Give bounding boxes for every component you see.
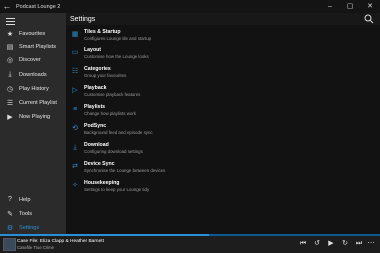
sidebar-item-tools[interactable]: ✎ Tools bbox=[0, 207, 66, 220]
settings-item-desc: Configuring download settings bbox=[84, 149, 143, 154]
settings-item-title: Layout bbox=[84, 47, 102, 53]
sidebar-item-now-playing[interactable]: ▶ Now Playing bbox=[0, 110, 66, 123]
back-arrow-icon[interactable]: ← bbox=[0, 0, 14, 13]
settings-item-desc: Synchronise the Lounge between devices bbox=[84, 168, 166, 173]
sidebar-item-smart-playlists[interactable]: ▤ Smart Playlists bbox=[0, 40, 66, 53]
play-icon: ▶ bbox=[7, 113, 13, 121]
gear-icon: ⚙ bbox=[6, 224, 14, 232]
forward-icon[interactable]: ↻ bbox=[340, 239, 350, 249]
settings-item-title: Playback bbox=[84, 85, 107, 91]
title-bar: ← Podcast Lounge 2 – ▢ ✕ bbox=[0, 0, 380, 13]
sidebar-item-label: Tools bbox=[19, 210, 33, 217]
sidebar-item-label: Discover bbox=[19, 56, 41, 63]
skip-back-icon[interactable]: ⏮ bbox=[298, 239, 308, 249]
sidebar-item-play-history[interactable]: ◷ Play History bbox=[0, 82, 66, 95]
globe-icon: ◎ bbox=[6, 56, 14, 64]
page-title: Settings bbox=[70, 16, 96, 23]
help-icon: ? bbox=[8, 196, 12, 203]
podcast-artwork[interactable] bbox=[3, 238, 16, 251]
sidebar-item-label: Play History bbox=[19, 85, 49, 92]
settings-item-title: Tiles & Startup bbox=[84, 29, 121, 35]
episode-title: Case File: Eliza Clapp & Heather Barnett bbox=[17, 239, 104, 244]
settings-item-desc: Customise playback features bbox=[84, 92, 141, 97]
settings-item-desc: Change how playlists work bbox=[84, 111, 136, 116]
history-icon: ◷ bbox=[6, 85, 14, 93]
sync-icon: ⟲ bbox=[72, 125, 78, 132]
settings-item-desc: Background feed and episode sync bbox=[84, 130, 153, 135]
playlist-icon: ▤ bbox=[6, 43, 14, 51]
rewind-icon[interactable]: ↺ bbox=[312, 239, 322, 249]
settings-item-desc: Settings to keep your Lounge tidy bbox=[84, 187, 150, 192]
close-button[interactable]: ✕ bbox=[360, 0, 380, 13]
sidebar-item-downloads[interactable]: ⤓ Downloads bbox=[0, 68, 66, 81]
housekeeping-icon: ✧ bbox=[72, 182, 78, 189]
more-icon[interactable]: ⋯ bbox=[366, 239, 376, 249]
wrench-icon: ✎ bbox=[7, 210, 13, 218]
settings-item-title: Categories bbox=[84, 66, 111, 72]
sidebar-item-current-playlist[interactable]: ☰ Current Playlist bbox=[0, 96, 66, 109]
settings-item-title: Download bbox=[84, 142, 109, 148]
device-sync-icon: ⇄ bbox=[72, 163, 78, 170]
playback-icon: ▷ bbox=[72, 87, 78, 94]
now-playing-bar: Case File: Eliza Clapp & Heather Barnett… bbox=[0, 234, 380, 253]
playback-progress-bar[interactable] bbox=[0, 234, 380, 236]
play-icon[interactable]: ▶ bbox=[326, 239, 336, 249]
sidebar-item-settings[interactable]: ⚙ Settings bbox=[0, 221, 66, 234]
podcast-name: Casefile True Crime bbox=[17, 245, 55, 250]
sidebar-item-label: Settings bbox=[19, 224, 40, 231]
settings-item-title: Playlists bbox=[84, 104, 106, 110]
window-title: Podcast Lounge 2 bbox=[16, 3, 61, 10]
categories-icon: ☷ bbox=[71, 68, 79, 75]
sidebar-item-label: Current Playlist bbox=[19, 99, 57, 106]
page-header: Settings bbox=[66, 13, 380, 25]
maximize-button[interactable]: ▢ bbox=[340, 0, 360, 13]
search-icon[interactable] bbox=[364, 14, 374, 24]
settings-item-desc: Customise how the Lounge looks bbox=[84, 54, 149, 59]
download-icon: ⤓ bbox=[73, 144, 77, 151]
progress-fill bbox=[0, 234, 209, 236]
settings-item-title: Housekeeping bbox=[84, 180, 120, 186]
sidebar-item-label: Favourites bbox=[19, 30, 46, 37]
sidebar: ★ Favourites ▤ Smart Playlists ◎ Discove… bbox=[0, 13, 66, 234]
settings-item-desc: Configures Lounge tile and startup bbox=[84, 36, 152, 41]
hamburger-menu-icon[interactable] bbox=[6, 18, 15, 25]
settings-item-title: Device Sync bbox=[84, 161, 115, 167]
settings-item-desc: Group your favourites bbox=[84, 73, 127, 78]
sidebar-item-help[interactable]: ? Help bbox=[0, 193, 66, 206]
download-icon: ⤓ bbox=[8, 70, 12, 78]
sidebar-item-label: Downloads bbox=[19, 71, 47, 78]
sidebar-item-label: Now Playing bbox=[19, 113, 51, 120]
list-icon: ☰ bbox=[6, 99, 14, 107]
layout-icon: ▭ bbox=[71, 49, 79, 56]
sidebar-item-discover[interactable]: ◎ Discover bbox=[0, 53, 66, 66]
settings-item-title: PodSync bbox=[84, 123, 107, 129]
playlists-icon: ≡ bbox=[72, 106, 78, 113]
star-icon: ★ bbox=[6, 30, 14, 38]
skip-forward-icon[interactable]: ⏭ bbox=[354, 239, 364, 249]
sidebar-item-label: Smart Playlists bbox=[19, 43, 56, 50]
minimize-button[interactable]: – bbox=[320, 0, 340, 13]
settings-item-housekeeping[interactable]: ✧ Housekeeping Settings to keep your Lou… bbox=[66, 178, 380, 200]
sidebar-item-favourites[interactable]: ★ Favourites bbox=[0, 27, 66, 40]
settings-page: Settings ▦ Tiles & Startup Configures Lo… bbox=[66, 13, 380, 234]
tiles-icon: ▦ bbox=[71, 31, 79, 38]
sidebar-item-label: Help bbox=[19, 196, 31, 203]
